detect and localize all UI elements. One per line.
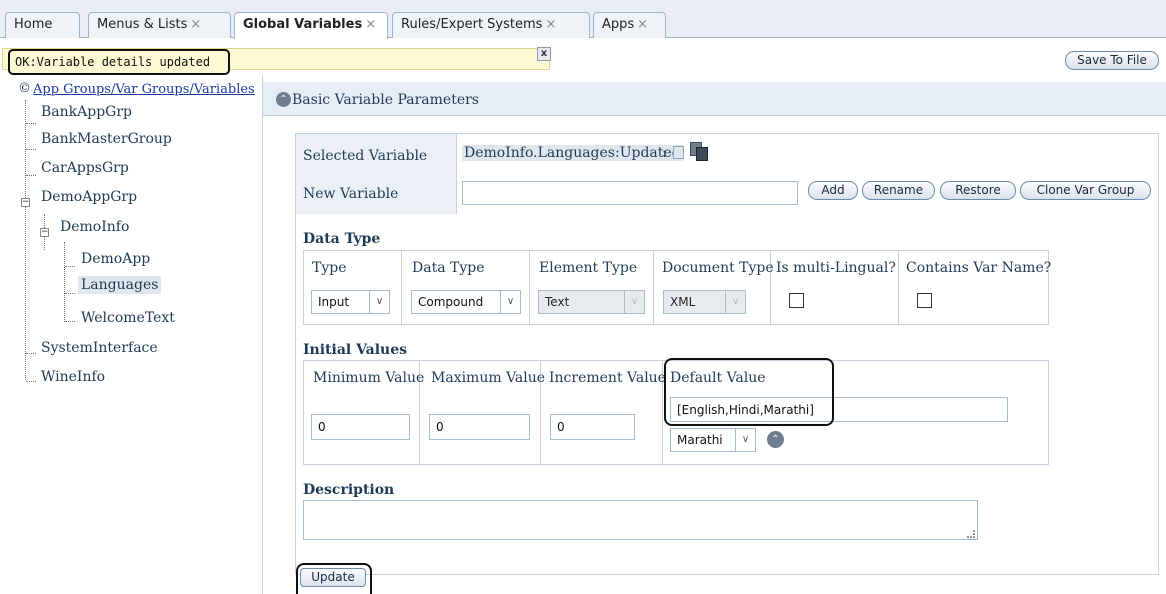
data-type-heading: Data Type bbox=[303, 231, 381, 247]
tree-guide bbox=[65, 321, 75, 322]
save-to-file-button[interactable]: Save To File bbox=[1065, 51, 1159, 70]
description-textarea[interactable] bbox=[303, 500, 978, 540]
initial-values-heading: Initial Values bbox=[303, 342, 408, 358]
chevron-down-icon: ∨ bbox=[725, 291, 745, 313]
default-value-select[interactable]: Marathi ∨ bbox=[670, 428, 756, 452]
tree-item-systeminterface[interactable]: SystemInterface bbox=[41, 340, 158, 356]
close-icon[interactable]: × bbox=[545, 17, 556, 32]
type-select-value: Input bbox=[318, 295, 350, 309]
tree-item-carappsgrp[interactable]: CarAppsGrp bbox=[41, 160, 129, 176]
section-title: Basic Variable Parameters bbox=[292, 92, 479, 108]
tree-guide bbox=[26, 123, 36, 124]
document-type-select: XML ∨ bbox=[663, 290, 746, 314]
chevron-down-icon[interactable]: ∨ bbox=[735, 429, 755, 451]
collapse-section-icon[interactable]: ⌃ bbox=[276, 92, 291, 107]
tab-menus-lists[interactable]: Menus & Lists × bbox=[88, 12, 231, 38]
type-column-label: Type bbox=[312, 260, 347, 276]
tree-item-bankappgrp[interactable]: BankAppGrp bbox=[41, 104, 132, 120]
copy-icon-back bbox=[696, 147, 708, 161]
tree-item-demoinfo[interactable]: DemoInfo bbox=[60, 219, 129, 235]
tree-item-welcometext[interactable]: WelcomeText bbox=[81, 310, 175, 326]
highlight-default-value bbox=[664, 358, 834, 426]
status-message: OK:Variable details updated bbox=[8, 49, 230, 75]
chevron-down-icon[interactable]: ∨ bbox=[500, 291, 520, 313]
close-status-button[interactable]: x bbox=[537, 47, 551, 61]
tree-guide bbox=[64, 242, 65, 322]
chevron-down-icon: ∨ bbox=[624, 291, 644, 313]
element-type-select-value: Text bbox=[545, 295, 570, 309]
tree-item-demoapp[interactable]: DemoApp bbox=[81, 251, 150, 267]
collapse-icon[interactable]: − bbox=[40, 228, 49, 237]
tab-label: Apps bbox=[602, 17, 635, 32]
tree-guide bbox=[65, 266, 75, 267]
tree-guide bbox=[26, 381, 36, 382]
increment-value-label: Increment Value bbox=[549, 370, 666, 386]
tab-label: Rules/Expert Systems bbox=[401, 17, 543, 32]
minimum-value-input[interactable]: 0 bbox=[311, 414, 410, 440]
add-button[interactable]: Add bbox=[808, 181, 858, 200]
tree-item-bankmastergroup[interactable]: BankMasterGroup bbox=[41, 131, 172, 147]
highlight-update bbox=[296, 563, 372, 594]
data-type-select-value: Compound bbox=[418, 295, 484, 309]
document-icon[interactable] bbox=[673, 146, 684, 159]
new-variable-label: New Variable bbox=[303, 186, 399, 202]
new-variable-input[interactable] bbox=[462, 181, 798, 205]
tab-apps[interactable]: Apps × bbox=[593, 12, 666, 38]
tab-home[interactable]: Home bbox=[5, 12, 80, 38]
close-icon[interactable]: × bbox=[365, 17, 376, 32]
tree-item-languages-selected[interactable]: Languages bbox=[78, 276, 162, 294]
default-value-select-value: Marathi bbox=[677, 433, 723, 447]
minimum-value-label: Minimum Value bbox=[313, 370, 425, 386]
tab-label: Menus & Lists bbox=[97, 17, 188, 32]
tree-panel bbox=[0, 76, 263, 594]
selected-variable-suffix: : bbox=[662, 145, 667, 161]
tab-label: Global Variables bbox=[243, 17, 363, 32]
rename-button[interactable]: Rename bbox=[862, 181, 935, 200]
tree-item-wineinfo[interactable]: WineInfo bbox=[41, 369, 105, 385]
tree-guide bbox=[26, 353, 36, 354]
tree-guide bbox=[26, 149, 36, 150]
increment-value-input[interactable]: 0 bbox=[550, 414, 635, 440]
clone-var-group-button[interactable]: Clone Var Group bbox=[1020, 181, 1151, 200]
close-icon[interactable]: × bbox=[190, 17, 201, 32]
chevron-down-icon[interactable]: ∨ bbox=[369, 291, 389, 313]
document-type-column-label: Document Type bbox=[662, 260, 774, 276]
selected-variable-label: Selected Variable bbox=[303, 148, 428, 164]
tree-guide bbox=[65, 293, 75, 294]
tree-guide bbox=[26, 175, 36, 176]
multilingual-column-label: Is multi-Lingual? bbox=[776, 260, 896, 276]
label-column bbox=[296, 134, 456, 214]
copyright-icon: © bbox=[18, 81, 31, 96]
data-type-column-label: Data Type bbox=[412, 260, 485, 276]
description-heading: Description bbox=[303, 482, 395, 498]
maximum-value-input[interactable]: 0 bbox=[429, 414, 530, 440]
element-type-select: Text ∨ bbox=[538, 290, 645, 314]
selected-variable-value: DemoInfo.Languages:Updated bbox=[462, 145, 683, 161]
tab-label: Home bbox=[14, 17, 53, 32]
resize-handle-icon[interactable] bbox=[967, 530, 975, 538]
collapse-default-icon[interactable]: ⌃ bbox=[767, 431, 784, 448]
data-type-select[interactable]: Compound ∨ bbox=[411, 290, 521, 314]
tree-item-demoappgrp[interactable]: DemoAppGrp bbox=[41, 189, 137, 205]
type-select[interactable]: Input ∨ bbox=[311, 290, 390, 314]
multilingual-checkbox[interactable] bbox=[789, 293, 804, 308]
document-type-select-value: XML bbox=[670, 295, 696, 309]
contains-var-name-column-label: Contains Var Name? bbox=[906, 260, 1052, 276]
tab-bar: Home Menus & Lists × Global Variables × Ru… bbox=[0, 0, 1166, 39]
collapse-icon[interactable]: − bbox=[21, 198, 30, 207]
tree-guide bbox=[25, 100, 26, 380]
restore-button[interactable]: Restore bbox=[940, 181, 1016, 200]
tab-global-variables[interactable]: Global Variables × bbox=[234, 12, 388, 39]
tab-rules-expert-systems[interactable]: Rules/Expert Systems × bbox=[392, 12, 590, 38]
close-icon[interactable]: × bbox=[637, 17, 648, 32]
tree-root-link[interactable]: App Groups/Var Groups/Variables bbox=[33, 82, 255, 97]
maximum-value-label: Maximum Value bbox=[431, 370, 546, 386]
element-type-column-label: Element Type bbox=[539, 260, 638, 276]
contains-var-name-checkbox[interactable] bbox=[917, 293, 932, 308]
